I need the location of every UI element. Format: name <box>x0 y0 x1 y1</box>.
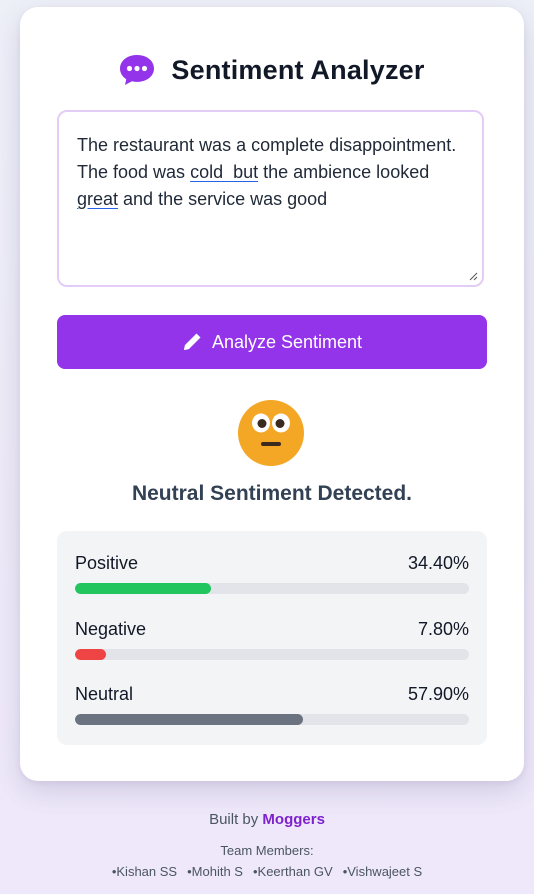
score-label-positive: Positive <box>75 553 139 573</box>
chat-bubble-icon <box>120 55 155 85</box>
score-bar-track-neutral <box>75 714 469 725</box>
analyze-button-label: Analyze Sentiment <box>211 331 363 352</box>
score-value-negative: 7.80% <box>417 619 469 639</box>
team-member: Vishwajeet S <box>343 864 422 879</box>
team-member: Keerthan GV <box>253 864 333 879</box>
brand-link[interactable]: Moggers <box>262 811 325 828</box>
score-bar-track-positive <box>75 583 469 594</box>
review-line-2-start: The food was <box>77 162 191 182</box>
review-textarea[interactable]: The restaurant was a complete disappoint… <box>57 110 484 287</box>
review-line-3-end: and the service was good <box>118 189 328 209</box>
neutral-face-icon <box>238 400 304 466</box>
score-bar-fill-negative <box>75 649 106 660</box>
team-member: Mohith S <box>187 864 243 879</box>
review-line-3: great and the service was good <box>77 186 472 213</box>
score-value-positive: 34.40% <box>407 553 469 573</box>
review-line-1: The restaurant was a complete disappoint… <box>77 135 457 155</box>
score-value-neutral: 57.90% <box>407 684 469 704</box>
resize-handle-icon[interactable] <box>469 272 478 281</box>
spellcheck-flag-great: great <box>77 189 119 209</box>
team-members-label: Team Members: <box>220 843 314 858</box>
built-by-prefix: Built by <box>209 811 263 828</box>
analyze-sentiment-button[interactable]: Analyze Sentiment <box>57 315 487 369</box>
score-bar-fill-positive <box>75 583 211 594</box>
result-heading: Neutral Sentiment Detected. <box>131 482 413 505</box>
built-by-credit: Built by Moggers <box>0 811 534 828</box>
score-bar-fill-neutral <box>75 714 304 725</box>
review-line-2-end: the ambience looked <box>258 162 430 182</box>
review-text[interactable]: The restaurant was a complete disappoint… <box>77 132 472 213</box>
team-members-list: Kishan SS Mohith S Keerthan GV Vishwajee… <box>0 864 534 879</box>
analyzer-card: Sentiment Analyzer The restaurant was a … <box>20 7 524 781</box>
score-label-negative: Negative <box>75 619 147 639</box>
header: Sentiment Analyzer <box>20 47 524 93</box>
score-bar-track-negative <box>75 649 469 660</box>
team-member: Kishan SS <box>112 864 177 879</box>
score-label-neutral: Neutral <box>75 684 134 704</box>
page-title: Sentiment Analyzer <box>171 54 425 85</box>
sentiment-scores-panel: Positive 34.40% Negative 7.80% Neutral 5… <box>57 531 487 745</box>
review-line-2: The food was cold but the ambience looke… <box>77 159 472 186</box>
pencil-icon <box>183 333 201 350</box>
spellcheck-flag-cold-but: cold but <box>190 162 259 182</box>
